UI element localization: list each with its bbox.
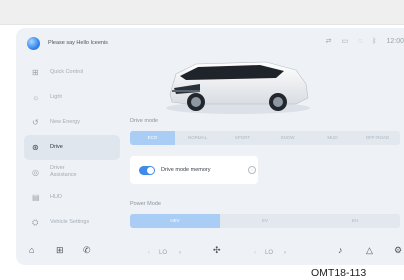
- sidebar-item-driver-assistance[interactable]: ◎ Driver Assistance: [16, 160, 124, 185]
- drive-icon: ⊛: [32, 143, 39, 152]
- voice-prompt: Please say Hello Iceenis: [48, 40, 108, 46]
- drive-mode-selector: ECO NORMAL SPORT SNOW MUD OFF-ROAD: [130, 131, 400, 145]
- sidebar-item-drive[interactable]: ⊛ Drive: [24, 135, 120, 160]
- right-temperature[interactable]: LO: [265, 248, 273, 258]
- light-icon: ☼: [32, 93, 40, 102]
- drive-mode-eco[interactable]: ECO: [130, 131, 175, 145]
- info-icon[interactable]: i: [248, 166, 256, 174]
- fan-icon[interactable]: ✣: [213, 245, 221, 255]
- sidebar-item-quick-control[interactable]: ⊞ Quick Control: [16, 60, 124, 85]
- seat-icon[interactable]: ♪: [338, 245, 343, 255]
- drive-mode-title: Drive mode: [130, 118, 159, 124]
- right-temp-up-icon[interactable]: ›: [284, 248, 286, 258]
- drive-mode-memory-card: Drive mode memory i: [130, 156, 258, 184]
- figure-code: OMT18-113: [311, 267, 367, 279]
- drive-mode-sport[interactable]: SPORT: [220, 131, 265, 145]
- power-mode-eh[interactable]: EH: [310, 214, 400, 228]
- drive-mode-snow[interactable]: SNOW: [265, 131, 310, 145]
- clock: 12:00: [386, 37, 404, 45]
- sidebar-item-new-energy[interactable]: ↺ New Energy: [16, 110, 124, 135]
- infotainment-screen: Please say Hello Iceenis ⇄ ▭ ◌ ᛒ 12:00 ⊞…: [16, 28, 404, 265]
- vehicle-settings-icon: ⛭: [32, 218, 39, 227]
- status-bar: ⇄ ▭ ◌ ᛒ 12:00: [325, 37, 404, 46]
- sidebar-item-label: HUD: [50, 194, 62, 200]
- sync-icon: ⇄: [325, 38, 332, 45]
- quick-control-icon: ⊞: [32, 68, 39, 77]
- sidebar-item-label: Drive: [50, 144, 63, 150]
- power-mode-selector: HEV EV EH: [130, 214, 400, 228]
- driver-assistance-icon: ◎: [32, 168, 39, 177]
- sidebar-item-hud[interactable]: ▤ HUD: [16, 185, 124, 210]
- drive-mode-normal[interactable]: NORMAL: [175, 131, 220, 145]
- power-mode-ev[interactable]: EV: [220, 214, 310, 228]
- hud-icon: ▤: [32, 193, 40, 202]
- new-energy-icon: ↺: [32, 118, 39, 127]
- sidebar-item-label: Vehicle Settings: [50, 219, 90, 225]
- screen-icon: ▭: [341, 38, 349, 45]
- voice-assistant-icon[interactable]: [27, 37, 40, 50]
- phone-icon[interactable]: ✆: [83, 245, 91, 255]
- drive-mode-off-road[interactable]: OFF-ROAD: [355, 131, 400, 145]
- vehicle-image: [166, 61, 310, 114]
- sidebar-item-label: New Energy: [50, 119, 80, 125]
- right-temp-down-icon[interactable]: ‹: [254, 248, 256, 258]
- home-icon[interactable]: ⌂: [29, 245, 34, 255]
- drive-mode-memory-toggle[interactable]: [139, 166, 155, 175]
- drive-mode-mud[interactable]: MUD: [310, 131, 355, 145]
- power-mode-hev[interactable]: HEV: [130, 214, 220, 228]
- settings-icon[interactable]: ⚙: [394, 245, 402, 255]
- apps-icon[interactable]: ⊞: [56, 245, 64, 255]
- sidebar-item-label: Driver Assistance: [50, 165, 77, 178]
- hazard-icon[interactable]: △: [366, 245, 373, 255]
- settings-sidebar: ⊞ Quick Control ☼ Light ↺ New Energy ⊛ D…: [16, 60, 124, 235]
- bluetooth-icon: ᛒ: [372, 37, 377, 45]
- top-margin-bar: [0, 0, 404, 25]
- wifi-icon: ◌: [358, 37, 363, 45]
- bottom-dock: ⌂ ⊞ ✆ ‹ LO › ✣ ‹ LO › ♪ △ ⚙: [16, 236, 404, 265]
- left-temp-up-icon[interactable]: ›: [179, 248, 181, 258]
- sidebar-item-label: Quick Control: [50, 69, 84, 75]
- drive-mode-memory-label: Drive mode memory: [161, 167, 211, 173]
- sidebar-item-label: Light: [50, 94, 62, 100]
- power-mode-title: Power Mode: [130, 201, 161, 207]
- left-temp-down-icon[interactable]: ‹: [148, 248, 150, 258]
- left-temperature[interactable]: LO: [159, 248, 167, 258]
- sidebar-item-vehicle-settings[interactable]: ⛭ Vehicle Settings: [16, 210, 124, 235]
- sidebar-item-light[interactable]: ☼ Light: [16, 85, 124, 110]
